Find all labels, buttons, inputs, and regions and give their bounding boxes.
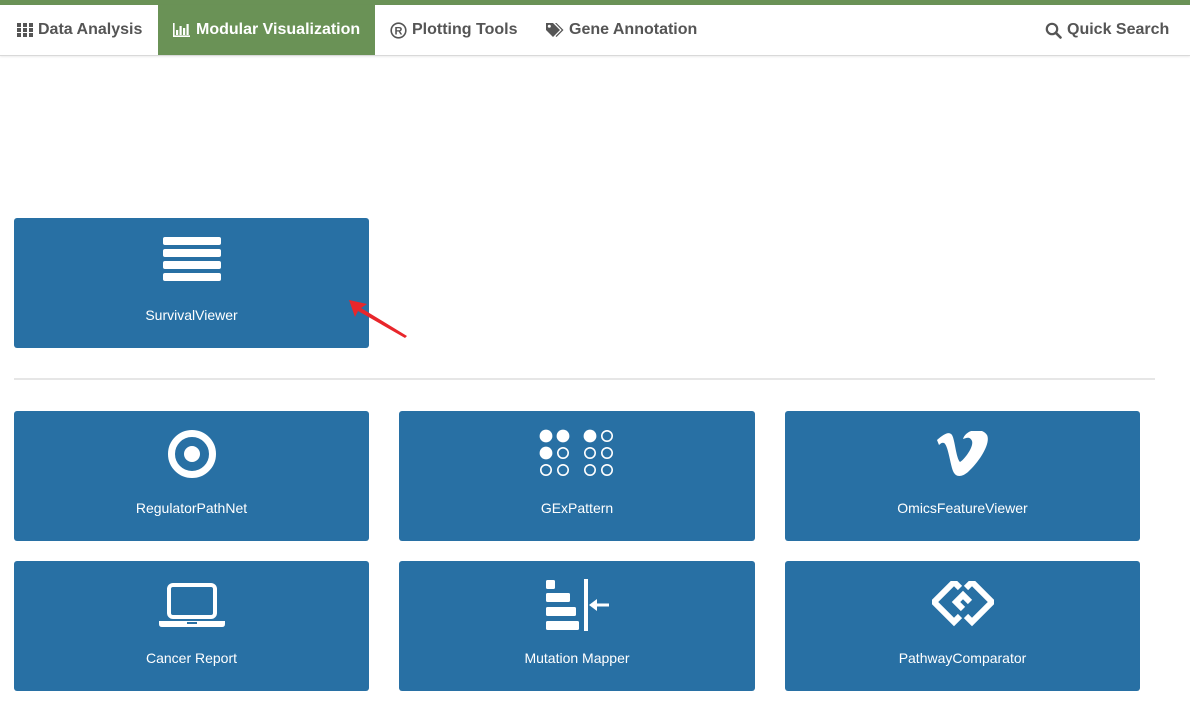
tool-card-label: Cancer Report xyxy=(145,650,238,666)
top-navigation: Data Analysis Modular Visualization R Pl… xyxy=(0,5,1190,56)
tool-card-gexpattern[interactable]: GExPattern xyxy=(399,411,755,541)
nav-item-label: Plotting Tools xyxy=(412,21,518,38)
section-divider xyxy=(14,378,1155,380)
nav-item-gene-annotation[interactable]: Gene Annotation xyxy=(530,5,715,55)
bar-chart-icon xyxy=(173,22,191,38)
dot-matrix-icon xyxy=(539,428,615,483)
tool-card-cancer-report[interactable]: Cancer Report xyxy=(14,561,369,691)
vimeo-icon xyxy=(936,430,990,482)
tool-card-label: SurvivalViewer xyxy=(145,307,238,323)
nav-item-label: Gene Annotation xyxy=(569,21,698,38)
nav-item-label: Data Analysis xyxy=(38,21,143,38)
tool-card-label: OmicsFeatureViewer xyxy=(897,500,1028,516)
quick-search-label: Quick Search xyxy=(1067,21,1170,38)
tool-card-survivalviewer[interactable]: SurvivalViewer xyxy=(14,218,369,348)
grid-icon xyxy=(17,22,33,38)
search-icon xyxy=(1045,22,1062,39)
registered-icon: R xyxy=(390,21,407,39)
tags-icon xyxy=(545,22,564,38)
laptop-icon xyxy=(158,583,225,634)
tool-card-pathwaycomparator[interactable]: PathwayComparator xyxy=(785,561,1140,691)
nav-item-plotting-tools[interactable]: R Plotting Tools xyxy=(375,5,530,55)
nav-item-label: Modular Visualization xyxy=(196,21,361,38)
nav-item-modular-visualization[interactable]: Modular Visualization xyxy=(158,5,375,55)
tool-card-mutation-mapper[interactable]: Mutation Mapper xyxy=(399,561,755,691)
target-icon xyxy=(167,429,217,484)
tool-card-label: RegulatorPathNet xyxy=(135,500,248,516)
annotation-arrow-icon xyxy=(349,300,407,338)
tool-card-regulatorpathnet[interactable]: RegulatorPathNet xyxy=(14,411,369,541)
nav-item-data-analysis[interactable]: Data Analysis xyxy=(0,5,158,55)
tool-card-label: PathwayComparator xyxy=(898,650,1027,666)
tool-card-label: GExPattern xyxy=(540,500,614,516)
align-arrow-icon xyxy=(545,579,609,638)
quick-search-button[interactable]: Quick Search xyxy=(1045,5,1180,55)
svg-text:R: R xyxy=(395,25,403,37)
tool-card-omicsfeatureviewer[interactable]: OmicsFeatureViewer xyxy=(785,411,1140,541)
linked-diamonds-icon xyxy=(929,577,996,632)
list-icon xyxy=(162,237,221,287)
tool-card-label: Mutation Mapper xyxy=(524,650,630,666)
